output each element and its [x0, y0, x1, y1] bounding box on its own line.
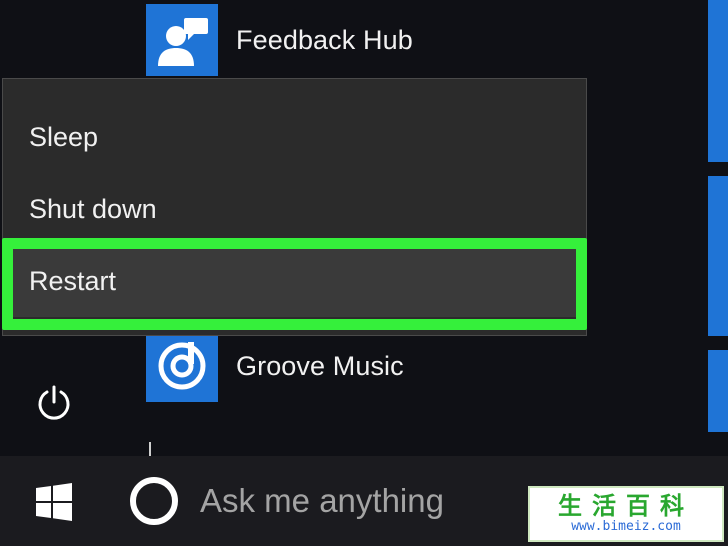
- edge-tile[interactable]: [708, 0, 728, 162]
- feedback-hub-icon: [146, 4, 218, 76]
- groove-music-icon: [146, 330, 218, 402]
- cortana-ring-icon[interactable]: [130, 477, 178, 525]
- scroll-indicator: [149, 442, 151, 456]
- menu-item-sleep[interactable]: Sleep: [3, 101, 586, 173]
- start-menu: Feedback Hub Groove Music Sleep Shut dow…: [0, 0, 728, 456]
- power-icon: [38, 385, 70, 420]
- windows-logo-icon: [36, 483, 72, 521]
- edge-tile[interactable]: [708, 176, 728, 336]
- menu-item-shut-down[interactable]: Shut down: [3, 173, 586, 245]
- watermark-title: 生活百科: [558, 491, 694, 520]
- app-label: Feedback Hub: [236, 24, 413, 55]
- watermark-logo: 生活百科 www.bimeiz.com: [528, 486, 724, 542]
- app-item-groove-music[interactable]: Groove Music: [146, 330, 586, 402]
- power-button[interactable]: [28, 372, 80, 434]
- power-options-menu: Sleep Shut down Restart: [2, 78, 587, 336]
- search-placeholder[interactable]: Ask me anything: [200, 482, 444, 520]
- search-box[interactable]: Ask me anything: [114, 456, 514, 546]
- edge-tile[interactable]: [708, 350, 728, 432]
- start-button[interactable]: [24, 474, 84, 530]
- watermark-url: www.bimeiz.com: [571, 519, 681, 534]
- menu-item-restart[interactable]: Restart: [3, 245, 586, 317]
- app-item-feedback-hub[interactable]: Feedback Hub: [146, 4, 586, 76]
- app-label: Groove Music: [236, 350, 404, 381]
